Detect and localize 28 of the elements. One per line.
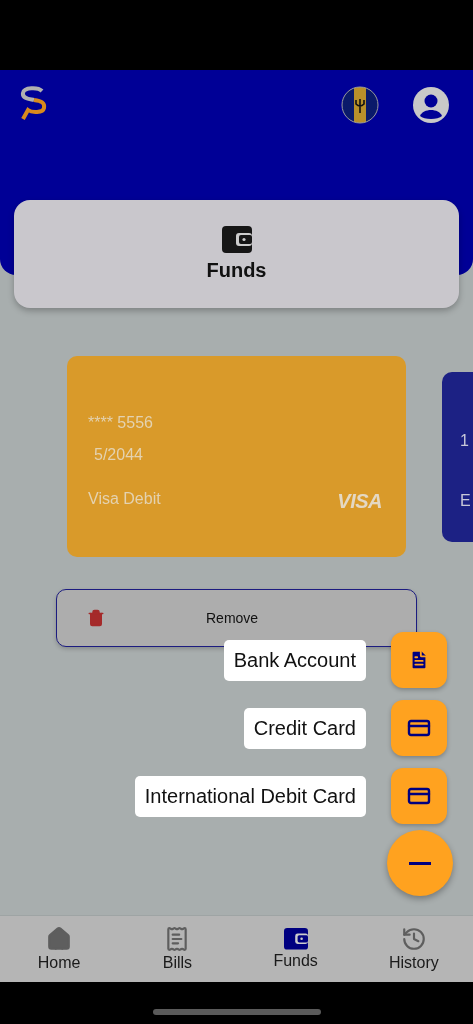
- profile-icon[interactable]: [413, 87, 449, 123]
- trash-icon: [87, 609, 105, 627]
- action-button[interactable]: [391, 768, 447, 824]
- bank-card[interactable]: 1 E: [442, 371, 473, 542]
- minus-icon: [409, 861, 431, 865]
- card-text: 1: [460, 431, 469, 450]
- action-label[interactable]: Credit Card: [243, 707, 366, 749]
- card-number: **** 5556: [88, 414, 153, 432]
- nav-tab[interactable]: Bills: [118, 916, 237, 982]
- page-title: Funds: [206, 259, 267, 282]
- card-type: Visa Debit: [88, 490, 161, 508]
- card-text: E: [460, 491, 471, 510]
- history-icon: [400, 926, 427, 952]
- nav-tab[interactable]: History: [354, 916, 473, 982]
- card-expiry: 5/2044: [94, 446, 143, 464]
- wallet-icon: [283, 928, 308, 950]
- home-icon: [46, 926, 73, 952]
- flag-icon[interactable]: [341, 86, 379, 124]
- action-button[interactable]: [391, 700, 447, 756]
- nav-tab[interactable]: Home: [0, 916, 119, 982]
- card-brand: VISA: [337, 490, 382, 513]
- action-button[interactable]: [391, 632, 447, 688]
- action-label[interactable]: Bank Account: [223, 639, 366, 681]
- remove-button[interactable]: Remove: [56, 589, 417, 647]
- wallet-icon: [221, 226, 252, 253]
- action-label[interactable]: International Debit Card: [134, 775, 366, 817]
- logo-icon: [18, 86, 48, 120]
- nav-tab[interactable]: Funds: [236, 916, 355, 982]
